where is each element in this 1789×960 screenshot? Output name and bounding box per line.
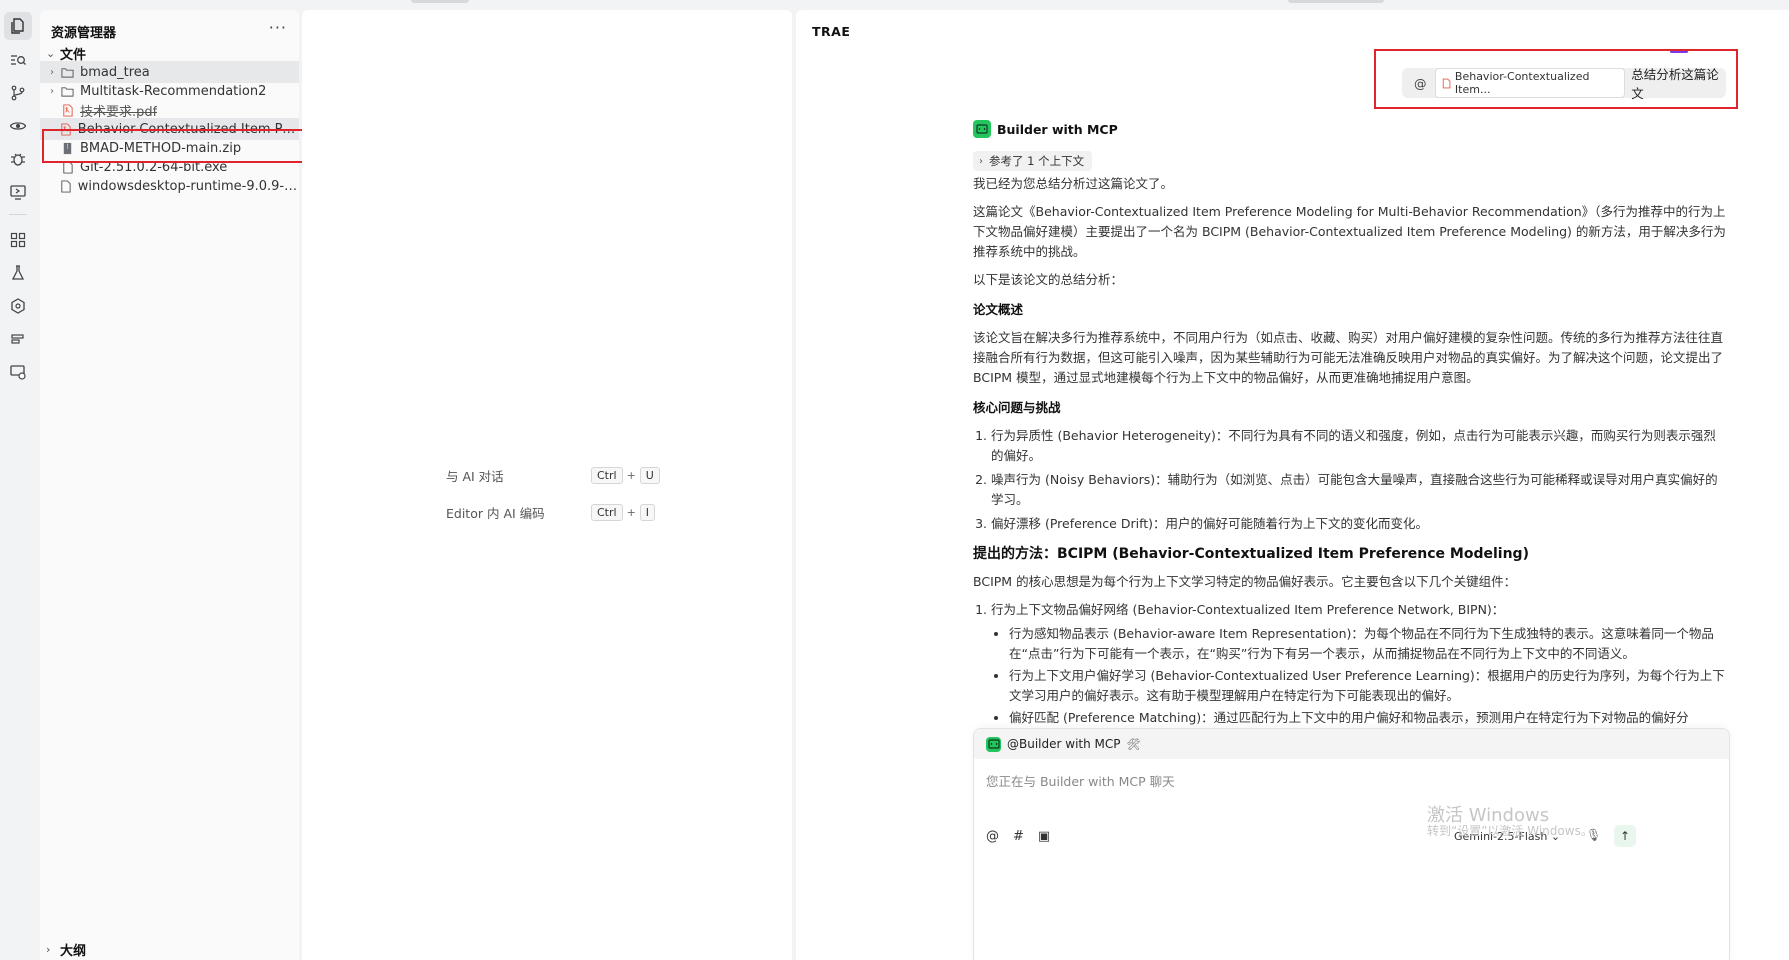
top-bar-fragment xyxy=(411,0,469,3)
activity-bar xyxy=(0,8,36,960)
method-sub-list: 行为感知物品表示 (Behavior-aware Item Representa… xyxy=(991,624,1728,728)
reference-label: 参考了 1 个上下文 xyxy=(989,154,1085,168)
chat-title: TRAE xyxy=(812,24,851,39)
key-ctrl: Ctrl xyxy=(591,467,623,484)
section-heading: 核心问题与挑战 xyxy=(973,400,1061,415)
plus-sign: + xyxy=(626,469,636,482)
arrow-up-icon: ↑ xyxy=(1619,829,1631,843)
image-upload-icon[interactable]: ▣ xyxy=(1038,829,1050,844)
list-item: 行为上下文用户偏好学习 (Behavior-Contextualized Use… xyxy=(1009,666,1728,706)
outline-section-header[interactable]: › 大纲 xyxy=(46,940,86,959)
explorer-title: 资源管理器 xyxy=(51,26,117,41)
editor-area: 与 AI 对话 Ctrl + U Editor 内 AI 编码 Ctrl + I xyxy=(302,10,792,960)
bot-answer: 我已经为您总结分析过这篇论文了。 这篇论文《Behavior-Contextua… xyxy=(973,174,1728,736)
debug-bug-icon[interactable] xyxy=(4,145,32,173)
file-icon xyxy=(59,179,72,193)
answer-paragraph: 以下是该论文的总结分析： xyxy=(973,272,1124,287)
bot-name: Builder with MCP xyxy=(997,121,1118,137)
divider xyxy=(9,214,27,215)
mention-at-icon[interactable]: @ xyxy=(986,829,999,844)
list-item: 行为上下文物品偏好网络 (Behavior-Contextualized Ite… xyxy=(991,600,1728,728)
answer-paragraph: 该论文旨在解决多行为推荐系统中，不同用户行为（如点击、收藏、购买）对用户偏好建模… xyxy=(973,330,1724,385)
tree-item-label: Multitask-Recommendation2 xyxy=(80,83,267,99)
highlight-box xyxy=(42,129,308,163)
chat-input-box[interactable]: @Builder with MCP 🛠 您正在与 Builder with MC… xyxy=(973,728,1730,960)
folder-icon xyxy=(60,65,74,79)
tools-icon[interactable]: 🛠 xyxy=(1127,738,1141,751)
answer-paragraph: BCIPM 的核心思想是为每个行为上下文学习特定的物品偏好表示。它主要包含以下几… xyxy=(973,574,1517,589)
hash-context-icon[interactable]: # xyxy=(1013,829,1024,844)
chat-input-placeholder[interactable]: 您正在与 Builder with MCP 聊天 xyxy=(986,771,1175,790)
more-actions-button[interactable]: ··· xyxy=(269,18,287,37)
outline-section-label: 大纲 xyxy=(60,944,87,959)
remote-explorer-icon[interactable] xyxy=(4,358,32,386)
key-ctrl: Ctrl xyxy=(591,504,623,521)
answer-paragraph: 我已经为您总结分析过这篇论文了。 xyxy=(973,176,1174,191)
core-problem-list: 行为异质性 (Behavior Heterogeneity)：不同行为具有不同的… xyxy=(973,426,1728,534)
search-icon[interactable] xyxy=(4,46,32,74)
list-item: 行为异质性 (Behavior Heterogeneity)：不同行为具有不同的… xyxy=(991,426,1728,466)
list-item: 偏好漂移 (Preference Drift)：用户的偏好可能随着行为上下文的变… xyxy=(991,514,1728,534)
chevron-right-icon: › xyxy=(50,85,54,97)
chevron-right-icon: › xyxy=(50,66,54,78)
chevron-right-icon: › xyxy=(46,943,51,956)
answer-paragraph: 这篇论文《Behavior-Contextualized Item Prefer… xyxy=(973,204,1726,259)
input-mention-bar: @Builder with MCP 🛠 xyxy=(974,729,1729,759)
tree-item-label: bmad_trea xyxy=(80,64,150,80)
list-item: 偏好匹配 (Preference Matching)：通过匹配行为上下文中的用户… xyxy=(1009,708,1728,728)
tree-item-file[interactable]: windowsdesktop-runtime-9.0.9-win-... xyxy=(40,175,299,197)
plus-sign: + xyxy=(626,506,636,519)
key-u: U xyxy=(639,467,660,484)
remote-display-icon[interactable] xyxy=(4,178,32,206)
reference-toggle[interactable]: › 参考了 1 个上下文 xyxy=(973,151,1093,171)
explorer-icon[interactable] xyxy=(4,12,32,40)
builder-logo-icon xyxy=(973,120,991,138)
deploy-icon[interactable] xyxy=(4,325,32,353)
method-item-title: 行为上下文物品偏好网络 (Behavior-Contextualized Ite… xyxy=(991,602,1505,617)
list-item: 噪声行为 (Noisy Behaviors)：辅助行为（如浏览、点击）可能包含大… xyxy=(991,470,1728,510)
bot-header: Builder with MCP xyxy=(973,120,1118,138)
tree-item-label: 技术要求.pdf xyxy=(80,104,158,120)
source-control-icon[interactable] xyxy=(4,79,32,107)
key-i: I xyxy=(639,504,656,521)
shortcut-label: 与 AI 对话 xyxy=(446,469,504,484)
chevron-down-icon: ⌄ xyxy=(46,47,56,60)
folder-icon xyxy=(60,84,74,98)
method-list: 行为上下文物品偏好网络 (Behavior-Contextualized Ite… xyxy=(973,600,1728,728)
shortcut-hint: Editor 内 AI 编码 Ctrl + I xyxy=(446,503,656,522)
section-heading: 论文概述 xyxy=(973,302,1024,317)
mention-label: @Builder with MCP xyxy=(1007,737,1121,751)
tree-item-label: windowsdesktop-runtime-9.0.9-win-... xyxy=(77,178,299,194)
list-item: 行为感知物品表示 (Behavior-aware Item Representa… xyxy=(1009,624,1728,664)
shortcut-hint: 与 AI 对话 Ctrl + U xyxy=(446,466,660,485)
chevron-right-icon: › xyxy=(979,155,983,167)
chat-panel: TRAE @ Behavior-Contextualized Item... 总… xyxy=(796,10,1789,960)
testing-flask-icon[interactable] xyxy=(4,259,32,287)
section-heading: 提出的方法：BCIPM (Behavior-Contextualized Ite… xyxy=(973,546,1529,562)
top-bar-fragment xyxy=(1288,0,1384,3)
send-button[interactable]: ↑ xyxy=(1614,825,1636,847)
shortcut-label: Editor 内 AI 编码 xyxy=(446,506,545,521)
highlight-box xyxy=(1374,49,1738,109)
input-toolbar: @ # ▣ xyxy=(986,829,1050,844)
preview-eye-icon[interactable] xyxy=(4,112,32,140)
builder-logo-icon xyxy=(986,736,1001,752)
ai-agent-icon[interactable] xyxy=(4,292,32,320)
pdf-file-icon xyxy=(60,103,74,117)
activation-watermark-sub: 转到“设置”以激活 Windows。 xyxy=(1427,824,1593,838)
extensions-icon[interactable] xyxy=(4,226,32,254)
